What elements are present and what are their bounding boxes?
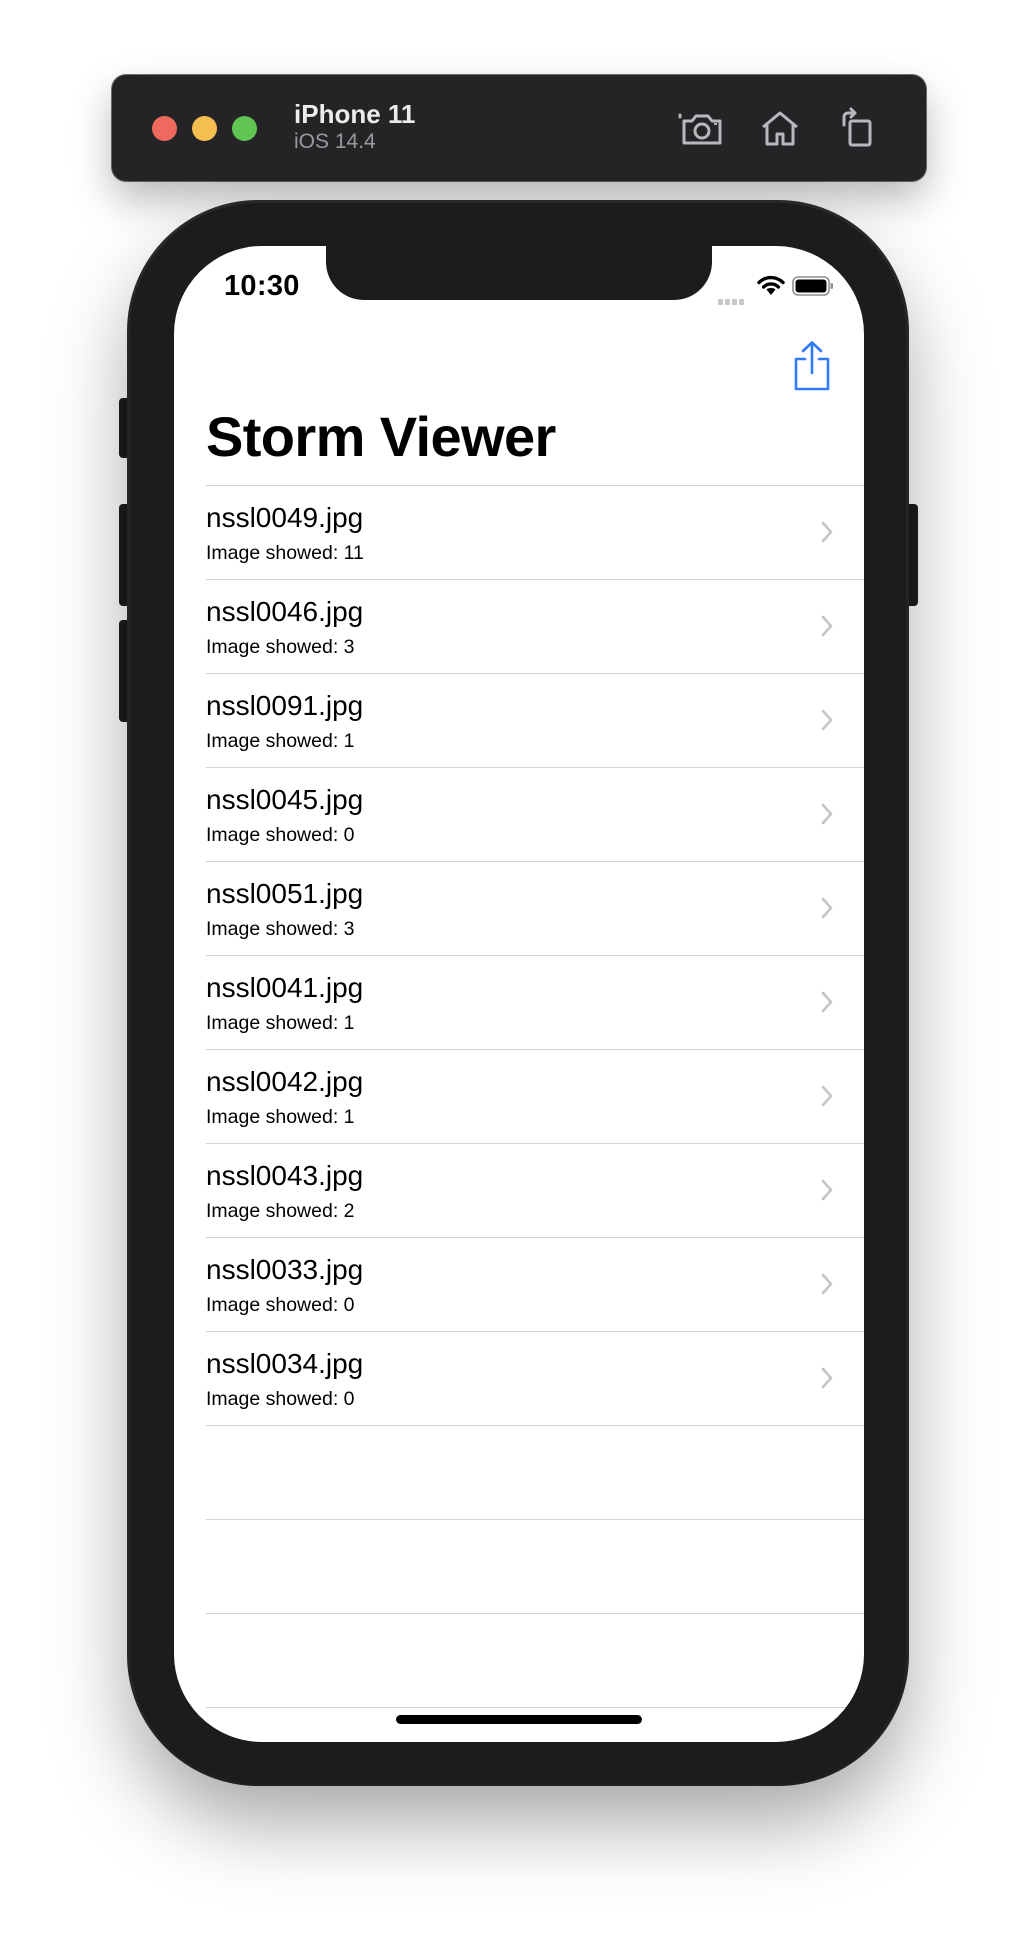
chevron-right-icon (821, 1367, 833, 1389)
list-item[interactable]: nssl0051.jpg Image showed: 3 (206, 862, 864, 955)
item-view-count: Image showed: 1 (206, 730, 355, 752)
zoom-window-button[interactable] (232, 116, 257, 141)
phone-screen: 10:30 Storm Viewer nssl0049.jpg Image sh… (174, 246, 864, 1742)
item-view-count: Image showed: 2 (206, 1200, 355, 1222)
item-filename: nssl0033.jpg (206, 1254, 364, 1285)
item-view-count: Image showed: 3 (206, 918, 355, 940)
simulator-title: iPhone 11 iOS 14.4 (294, 99, 415, 155)
list-item[interactable]: nssl0046.jpg Image showed: 3 (206, 580, 864, 673)
item-view-count: Image showed: 11 (206, 542, 364, 564)
list-item[interactable]: nssl0049.jpg Image showed: 11 (206, 486, 864, 579)
minimize-window-button[interactable] (192, 116, 217, 141)
list-item[interactable]: nssl0091.jpg Image showed: 1 (206, 674, 864, 767)
list-item[interactable]: nssl0043.jpg Image showed: 2 (206, 1144, 864, 1237)
empty-row (206, 1614, 864, 1707)
item-filename: nssl0045.jpg (206, 784, 364, 815)
status-time: 10:30 (224, 270, 300, 302)
simulator-window: iPhone 11 iOS 14.4 10:30 Storm Viewer ns… (0, 0, 1036, 1934)
notch (326, 246, 712, 300)
item-view-count: Image showed: 0 (206, 1388, 355, 1410)
chevron-right-icon (821, 803, 833, 825)
item-filename: nssl0043.jpg (206, 1160, 364, 1191)
os-version: iOS 14.4 (294, 130, 376, 153)
image-list: nssl0049.jpg Image showed: 11 nssl0046.j… (206, 485, 864, 1708)
list-item[interactable]: nssl0034.jpg Image showed: 0 (206, 1332, 864, 1425)
list-item[interactable]: nssl0033.jpg Image showed: 0 (206, 1238, 864, 1331)
chevron-right-icon (821, 1085, 833, 1107)
chevron-right-icon (821, 991, 833, 1013)
share-icon (794, 341, 830, 391)
page-title: Storm Viewer (206, 405, 556, 468)
close-window-button[interactable] (152, 116, 177, 141)
home-icon[interactable] (756, 105, 804, 153)
cellular-signal-icon (718, 292, 746, 310)
chevron-right-icon (821, 521, 833, 543)
power-button (906, 504, 918, 606)
item-view-count: Image showed: 3 (206, 636, 355, 658)
item-filename: nssl0042.jpg (206, 1066, 364, 1097)
item-filename: nssl0049.jpg (206, 502, 364, 533)
separator (206, 1707, 864, 1708)
chevron-right-icon (821, 709, 833, 731)
list-item[interactable]: nssl0045.jpg Image showed: 0 (206, 768, 864, 861)
empty-row (206, 1520, 864, 1613)
item-view-count: Image showed: 1 (206, 1012, 355, 1034)
list-item[interactable]: nssl0042.jpg Image showed: 1 (206, 1050, 864, 1143)
wifi-icon (757, 275, 785, 295)
item-filename: nssl0034.jpg (206, 1348, 364, 1379)
simulator-toolbar: iPhone 11 iOS 14.4 (112, 75, 926, 181)
item-view-count: Image showed: 1 (206, 1106, 355, 1128)
list-item[interactable]: nssl0041.jpg Image showed: 1 (206, 956, 864, 1049)
chevron-right-icon (821, 897, 833, 919)
rotate-icon[interactable] (834, 105, 882, 153)
chevron-right-icon (821, 1273, 833, 1295)
battery-icon (792, 276, 833, 296)
item-filename: nssl0041.jpg (206, 972, 364, 1003)
device-name: iPhone 11 (294, 99, 416, 129)
item-filename: nssl0046.jpg (206, 596, 364, 627)
item-filename: nssl0091.jpg (206, 690, 364, 721)
item-filename: nssl0051.jpg (206, 878, 364, 909)
share-button[interactable] (790, 340, 834, 392)
item-view-count: Image showed: 0 (206, 824, 355, 846)
empty-row (206, 1426, 864, 1519)
chevron-right-icon (821, 615, 833, 637)
camera-icon[interactable] (678, 105, 726, 153)
item-view-count: Image showed: 0 (206, 1294, 355, 1316)
home-indicator[interactable] (396, 1715, 642, 1724)
chevron-right-icon (821, 1179, 833, 1201)
